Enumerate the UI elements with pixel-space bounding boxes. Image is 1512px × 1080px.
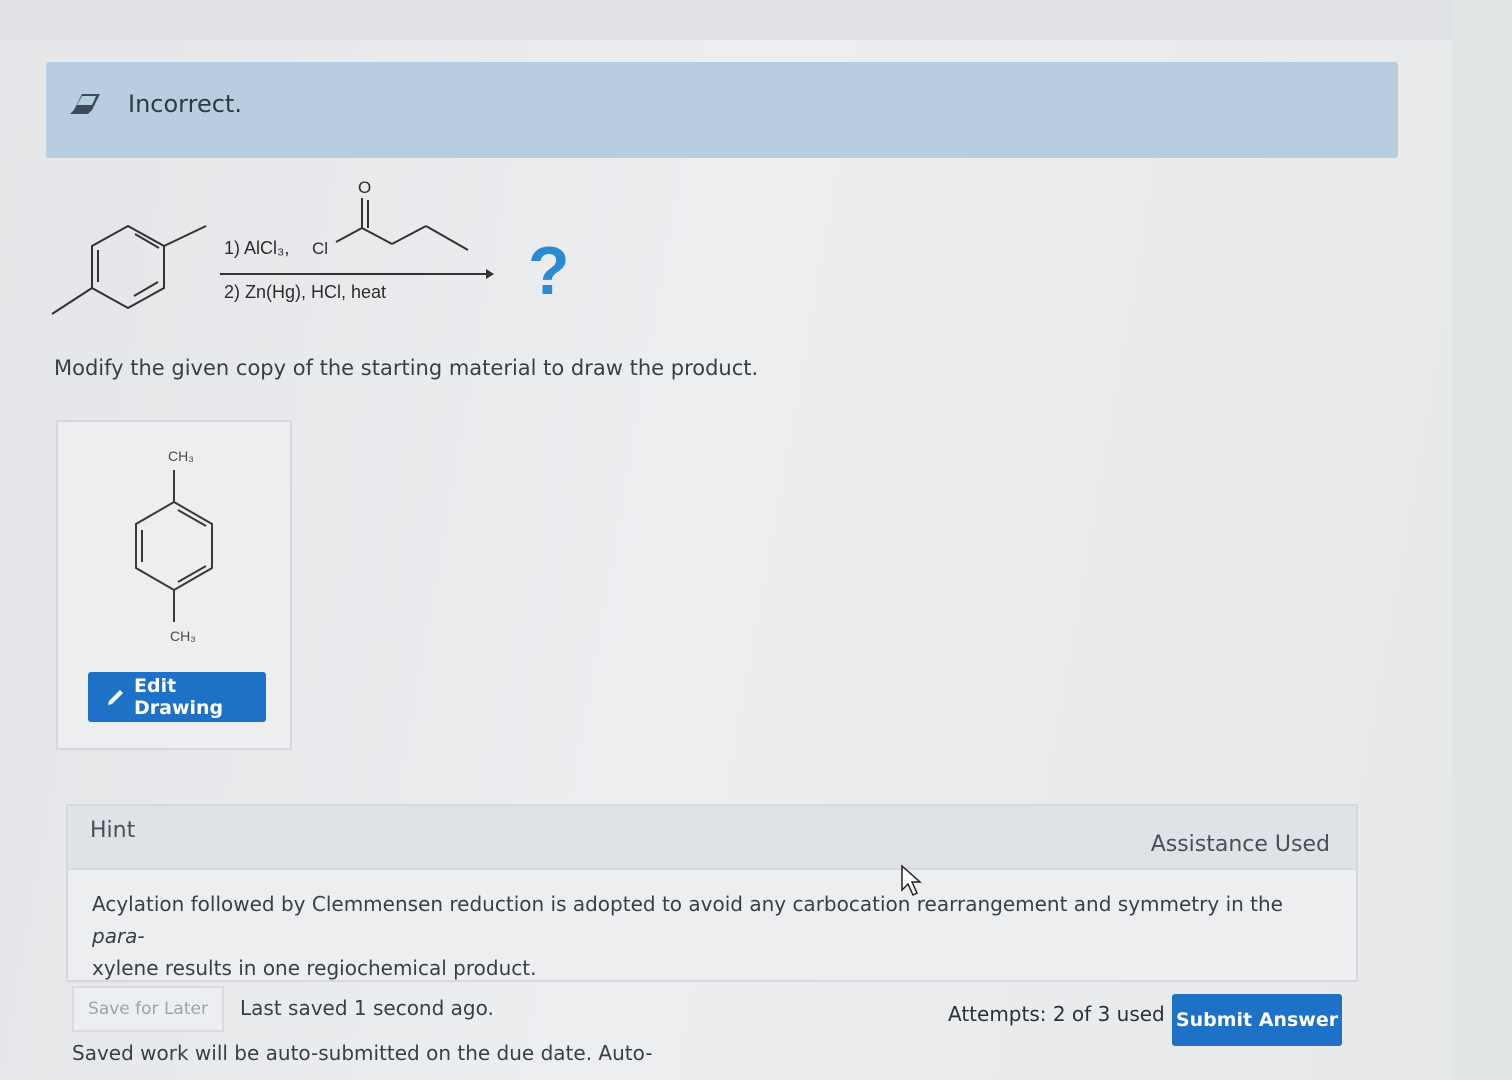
hint-body-italic: para- <box>92 924 145 948</box>
reagent-oxygen-label: O <box>358 178 372 197</box>
save-for-later-button[interactable]: Save for Later <box>72 986 224 1032</box>
pencil-icon <box>108 690 123 705</box>
reagent-step-2: 2) Zn(Hg), HCl, heat <box>224 282 387 302</box>
attempts-counter: Attempts: 2 of 3 used <box>948 1002 1165 1026</box>
hint-header[interactable]: Hint Assistance Used <box>68 806 1356 870</box>
submit-answer-button[interactable]: Submit Answer <box>1172 994 1342 1046</box>
reagent-step-1: 1) AlCl₃, <box>224 238 290 258</box>
drawing-panel: CH₃ CH₃ Edit Drawing <box>56 420 292 750</box>
hint-body-text-2: xylene results in one regiochemical prod… <box>92 956 537 980</box>
feedback-banner: Incorrect. <box>46 62 1398 158</box>
edit-drawing-button[interactable]: Edit Drawing <box>88 672 266 722</box>
hint-title: Hint <box>90 818 136 843</box>
mouse-cursor-icon <box>901 864 922 897</box>
feedback-status: Incorrect. <box>128 90 242 118</box>
top-strip <box>0 0 1512 40</box>
product-placeholder: ? <box>528 233 570 309</box>
right-edge <box>1452 0 1512 1080</box>
hint-body-text-1: Acylation followed by Clemmensen reducti… <box>92 892 1283 916</box>
reagent-chlorine-label: Cl <box>312 239 329 258</box>
eraser-icon <box>70 94 100 114</box>
hint-panel: Hint Assistance Used Acylation followed … <box>66 804 1358 982</box>
hint-body: Acylation followed by Clemmensen reducti… <box>92 888 1332 984</box>
top-methyl-label: CH₃ <box>168 448 194 464</box>
assignment-page: Incorrect. O 1) AlCl₃, Cl 2) Zn(Hg), HCl… <box>0 0 1512 1080</box>
question-prompt: Modify the given copy of the starting ma… <box>54 356 759 380</box>
last-saved-status: Last saved 1 second ago. <box>240 996 494 1020</box>
reaction-scheme: O 1) AlCl₃, Cl 2) Zn(Hg), HCl, heat ? <box>40 170 600 330</box>
assistance-used-label: Assistance Used <box>1150 832 1330 857</box>
bottom-methyl-label: CH₃ <box>170 628 196 644</box>
auto-submit-note: Saved work will be auto-submitted on the… <box>72 1041 653 1065</box>
edit-drawing-label: Edit Drawing <box>134 675 224 719</box>
